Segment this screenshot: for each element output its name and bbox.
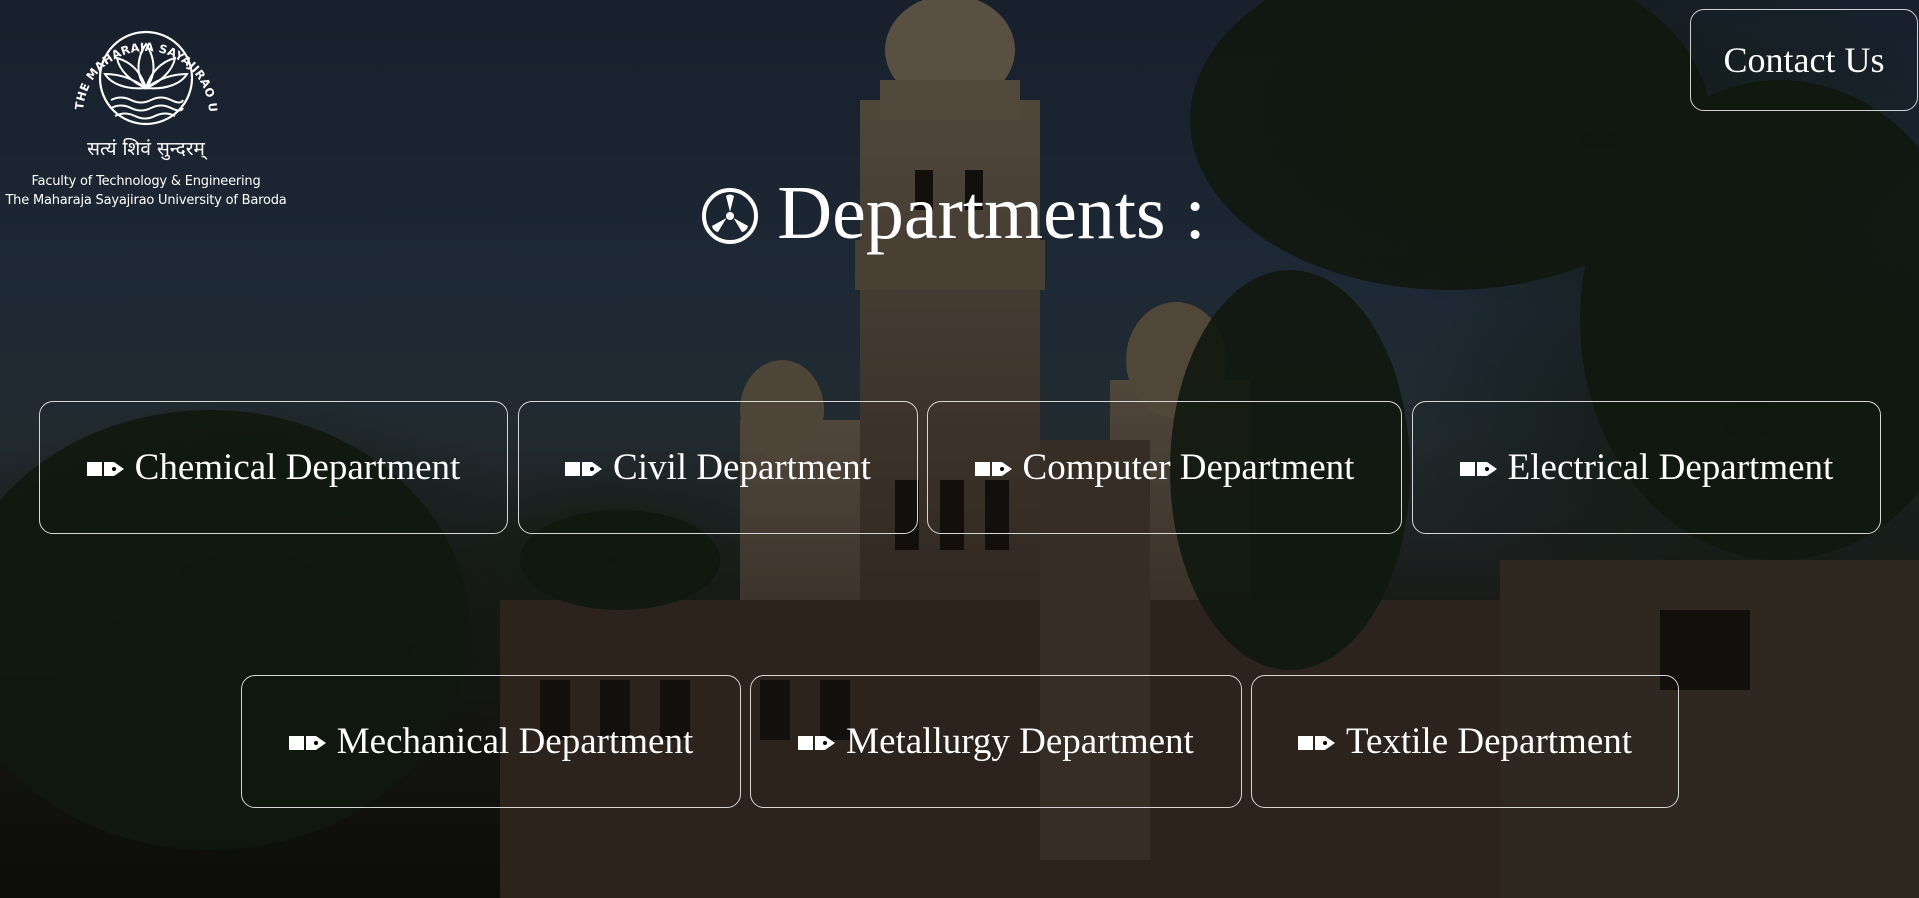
pen-nib-icon — [1297, 735, 1335, 750]
mechanical-department-button[interactable]: Mechanical Department — [241, 675, 741, 808]
pen-nib-icon — [86, 461, 124, 476]
department-label: Metallurgy Department — [846, 721, 1194, 762]
contact-us-button[interactable]: Contact Us — [1690, 9, 1918, 111]
metallurgy-department-button[interactable]: Metallurgy Department — [750, 675, 1242, 808]
pen-nib-icon — [565, 461, 603, 476]
pen-nib-icon — [1459, 461, 1497, 476]
civil-department-button[interactable]: Civil Department — [518, 401, 918, 534]
page: THE MAHARAJA SAYAJIRAO UNIVERSITY OF BAR… — [0, 0, 1919, 898]
page-title-text: Departments : — [777, 171, 1206, 255]
department-label: Civil Department — [613, 447, 871, 488]
university-emblem-icon: THE MAHARAJA SAYAJIRAO UNIVERSITY OF BAR… — [61, 4, 220, 126]
textile-department-button[interactable]: Textile Department — [1251, 675, 1679, 808]
pen-nib-icon — [974, 461, 1012, 476]
electrical-department-button[interactable]: Electrical Department — [1412, 401, 1881, 534]
logo-motto: सत्यं शिवं सुन्दरम् — [87, 138, 205, 160]
page-title: Departments : — [0, 170, 1919, 257]
computer-department-button[interactable]: Computer Department — [927, 401, 1402, 534]
logo-ring-text: THE MAHARAJA SAYAJIRAO UNIVERSITY OF BAR… — [61, 4, 220, 113]
svg-text:THE MAHARAJA SAYAJIRAO UNIVERS: THE MAHARAJA SAYAJIRAO UNIVERSITY OF BAR… — [61, 4, 220, 113]
propeller-circle-icon — [702, 187, 759, 244]
pen-nib-icon — [288, 735, 326, 750]
department-label: Mechanical Department — [336, 721, 694, 762]
department-label: Electrical Department — [1507, 447, 1834, 488]
pen-nib-icon — [798, 735, 836, 750]
chemical-department-button[interactable]: Chemical Department — [39, 401, 508, 534]
department-label: Textile Department — [1345, 721, 1633, 762]
department-label: Chemical Department — [134, 447, 461, 488]
department-label: Computer Department — [1022, 447, 1355, 488]
